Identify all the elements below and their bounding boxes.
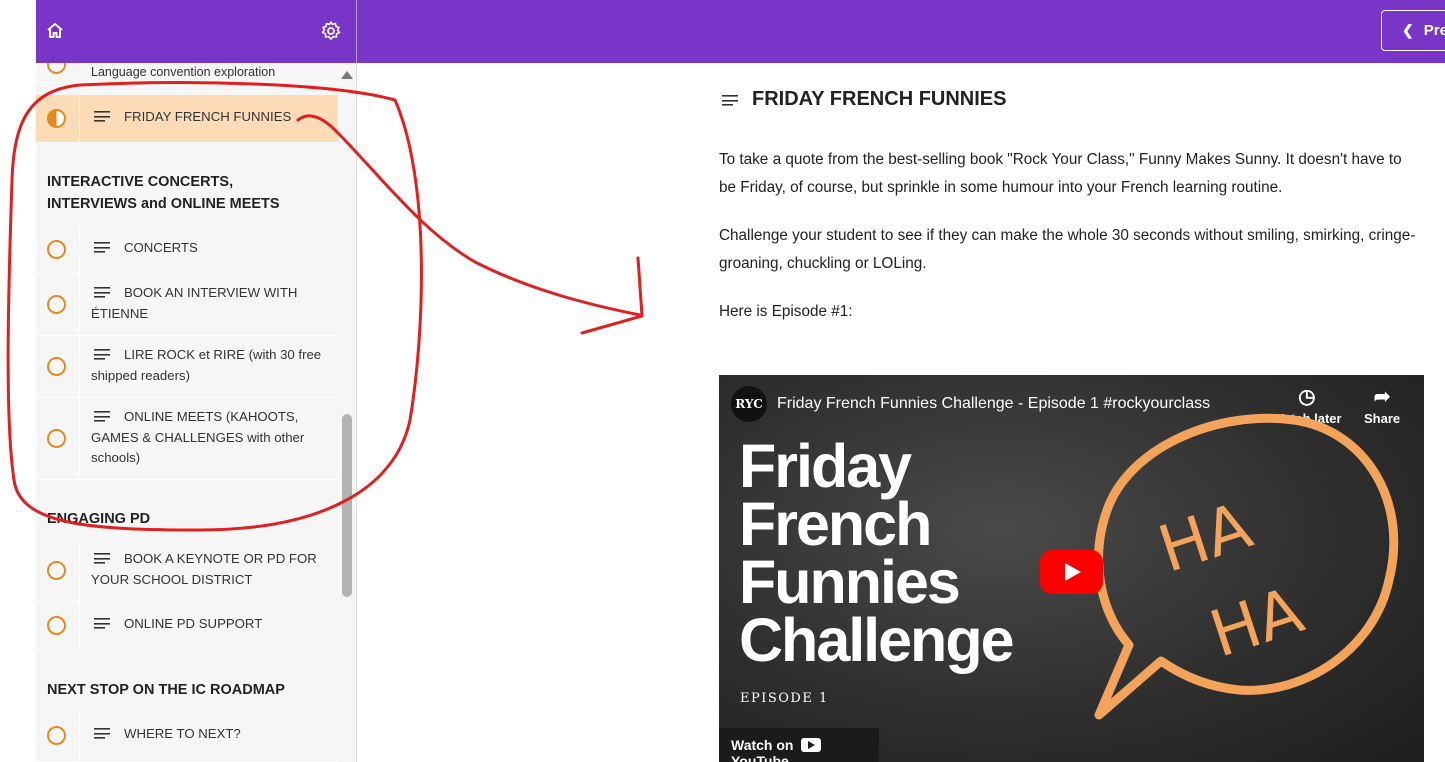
share-arrow-icon: ➦ (1373, 386, 1391, 408)
lesson-label: FRIDAY FRENCH FUNNIES (124, 109, 292, 124)
document-icon (94, 553, 110, 564)
section-title: NEXT STOP ON THE IC ROADMAP (47, 682, 285, 698)
ha-text: HA (1202, 574, 1312, 673)
sidebar-item-book-interview[interactable]: BOOK AN INTERVIEW WITH ÉTIENNE (36, 274, 338, 336)
document-icon (722, 95, 738, 106)
lesson-label: BOOK AN INTERVIEW WITH ÉTIENNE (91, 285, 298, 321)
document-icon (94, 411, 110, 422)
previous-label: Pre (1423, 22, 1445, 39)
intro-paragraph: To take a quote from the best-selling bo… (719, 151, 1402, 196)
scroll-up-arrow-icon[interactable] (341, 71, 353, 79)
section-title: INTERACTIVE CONCERTS, INTERVIEWS and ONL… (47, 174, 280, 212)
lesson-label: WHERE TO NEXT? (124, 726, 241, 741)
lesson-label: CONCERTS (124, 240, 198, 255)
chevron-left-icon: ❮ (1402, 22, 1414, 38)
top-bar (36, 0, 1445, 63)
course-sidebar[interactable]: Language convention exploration FRIDAY F… (36, 63, 357, 762)
section-title: ENGAGING PD (47, 511, 151, 527)
document-icon (94, 618, 110, 629)
thumbnail-title: Friday French Funnies Challenge (739, 432, 1015, 674)
ha-text: HA (1150, 489, 1260, 588)
previous-button[interactable]: ❮ Pre (1381, 10, 1445, 51)
document-icon (94, 728, 110, 739)
document-icon (94, 242, 110, 253)
status-circle-icon (47, 561, 66, 580)
episode-label: EPISODE 1 (740, 691, 829, 706)
speech-bubble-graphic: HA HA (1094, 413, 1399, 720)
challenge-paragraph: Challenge your student to see if they ca… (719, 227, 1416, 272)
sidebar-item-where-next[interactable]: WHERE TO NEXT? (36, 711, 338, 762)
status-circle-icon (47, 240, 66, 259)
channel-logo[interactable]: RYC (731, 386, 767, 422)
status-circle-icon (47, 429, 66, 448)
page-title-text: FRIDAY FRENCH FUNNIES (752, 88, 1007, 110)
sidebar-item-book-keynote[interactable]: BOOK A KEYNOTE OR PD FOR YOUR SCHOOL DIS… (36, 540, 338, 602)
youtube-video-embed[interactable]: RYC Friday French Funnies Challenge - Ep… (719, 375, 1424, 762)
status-circle-icon (47, 63, 66, 74)
status-circle-icon (47, 295, 66, 314)
gear-icon[interactable] (320, 20, 342, 42)
sidebar-item-lire-rock[interactable]: LIRE ROCK et RIRE (with 30 free shipped … (36, 336, 338, 398)
in-progress-circle-icon (47, 109, 66, 128)
sidebar-scrollbar[interactable] (342, 414, 352, 597)
lesson-label: Language convention exploration (91, 65, 276, 79)
document-icon (94, 111, 110, 122)
status-circle-icon (47, 616, 66, 635)
document-icon (94, 287, 110, 298)
topbar-divider (356, 0, 357, 63)
document-icon (94, 349, 110, 360)
home-icon[interactable] (44, 20, 66, 42)
youtube-icon (801, 738, 822, 752)
page-title: FRIDAY FRENCH FUNNIES (719, 88, 1006, 111)
page: ❮ Pre Language convention exploration FRI… (0, 0, 1445, 762)
lesson-label: BOOK A KEYNOTE OR PD FOR YOUR SCHOOL DIS… (91, 551, 317, 587)
lesson-label: ONLINE PD SUPPORT (124, 616, 263, 631)
lesson-label: ONLINE MEETS (KAHOOTS, GAMES & CHALLENGE… (91, 409, 305, 465)
episode-paragraph: Here is Episode #1: (719, 303, 853, 320)
sidebar-item-friday-french-funnies[interactable]: FRIDAY FRENCH FUNNIES (36, 95, 338, 143)
sidebar-item-online-meets[interactable]: ONLINE MEETS (KAHOOTS, GAMES & CHALLENGE… (36, 398, 338, 480)
sidebar-item-language-convention[interactable]: Language convention exploration (36, 63, 338, 83)
watch-on-youtube-button[interactable]: Watch onYouTube (719, 728, 879, 762)
lesson-label: LIRE ROCK et RIRE (with 30 free shipped … (91, 347, 322, 383)
status-circle-icon (47, 357, 66, 376)
status-circle-icon (47, 726, 66, 745)
sidebar-item-online-pd[interactable]: ONLINE PD SUPPORT (36, 602, 338, 650)
clock-icon: ◷ (1298, 386, 1316, 408)
play-button[interactable] (1040, 550, 1103, 594)
sidebar-item-concerts[interactable]: CONCERTS (36, 225, 338, 274)
